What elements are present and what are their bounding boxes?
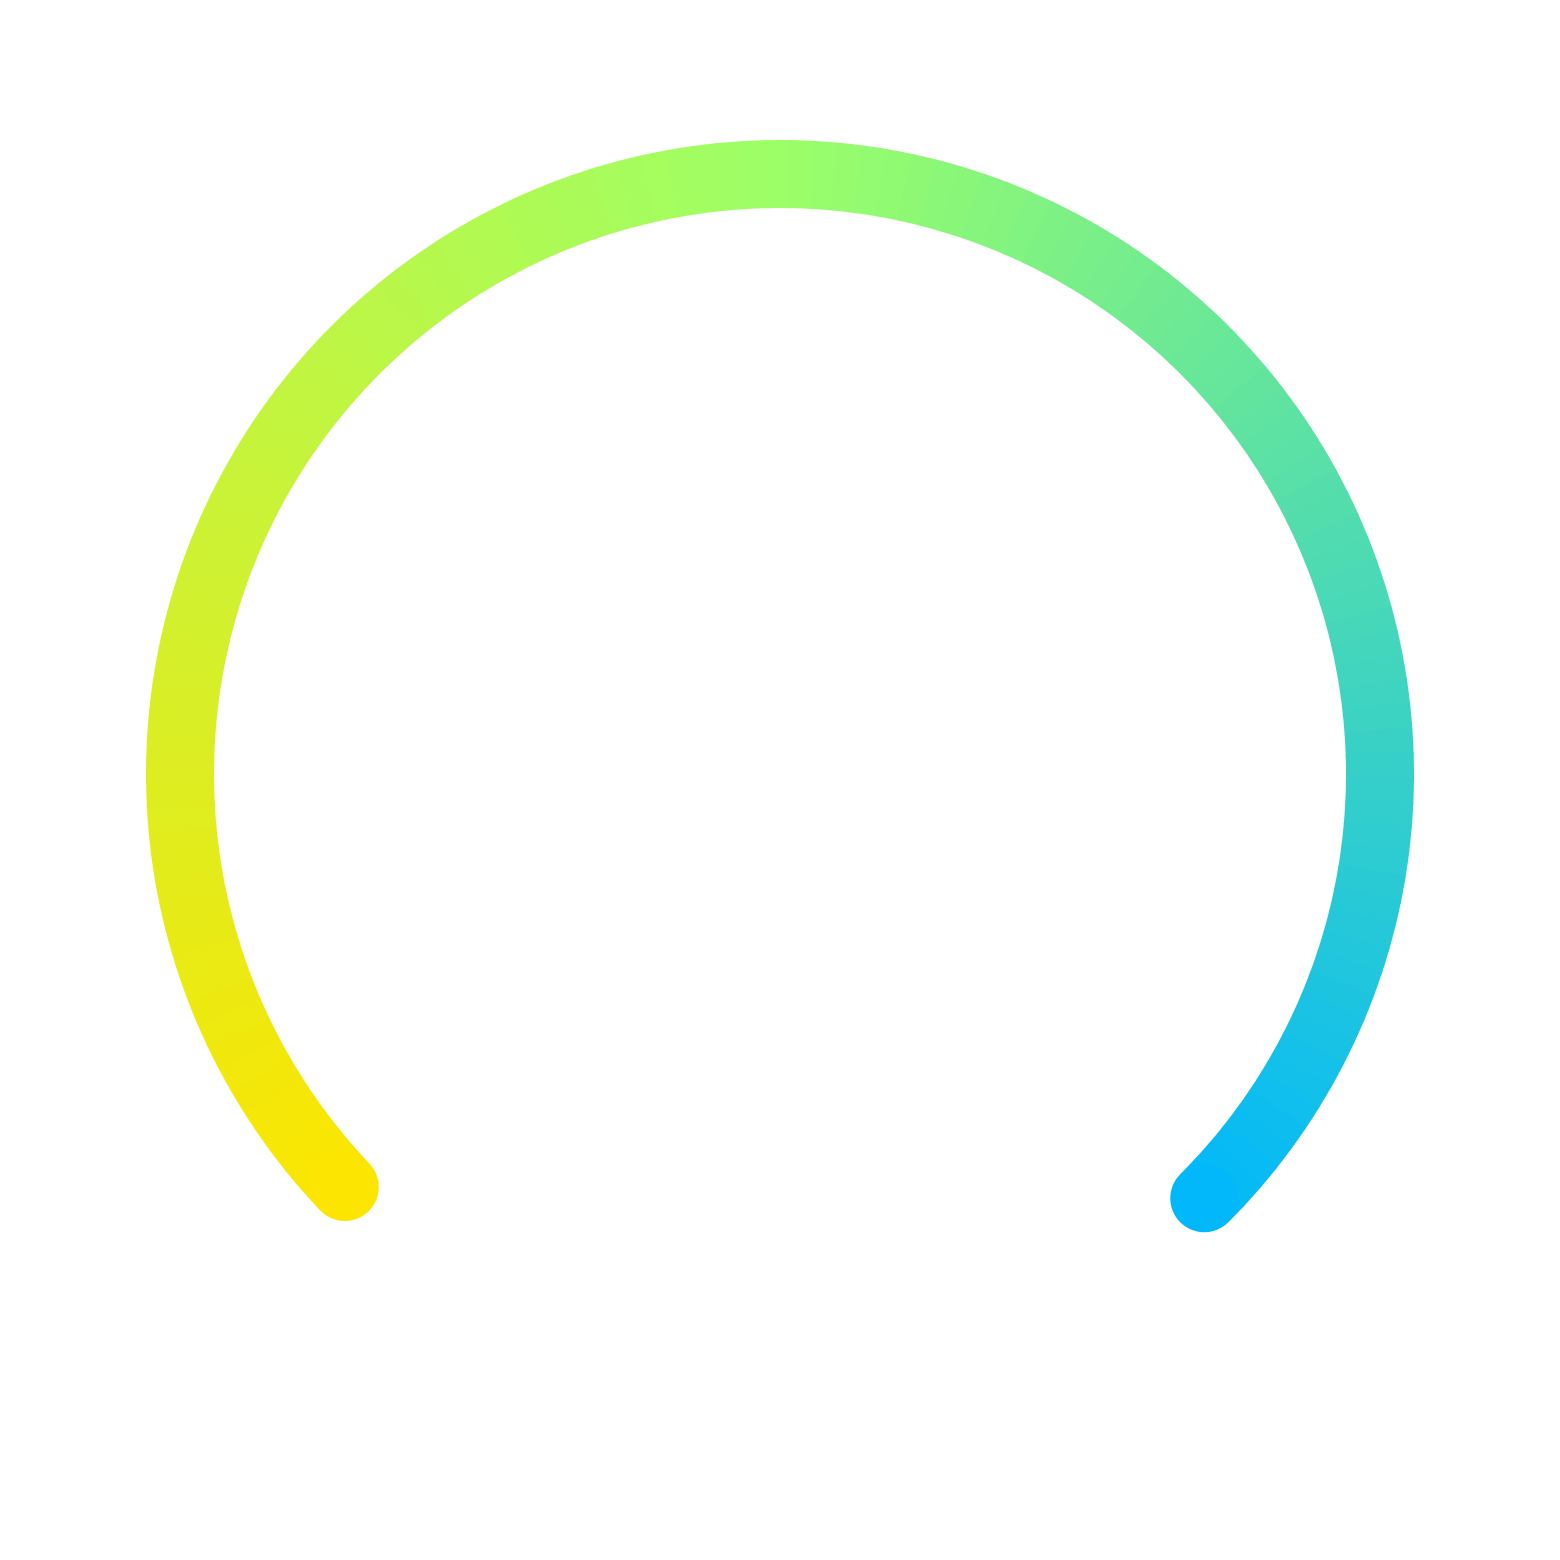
gradient-arc-gauge-icon [146,140,1414,1233]
gauge-canvas [0,0,1560,1560]
gauge-arc-start-cap [310,1153,379,1222]
gauge-arc-end-cap [1170,1164,1239,1233]
gauge-arc [146,140,1414,1233]
